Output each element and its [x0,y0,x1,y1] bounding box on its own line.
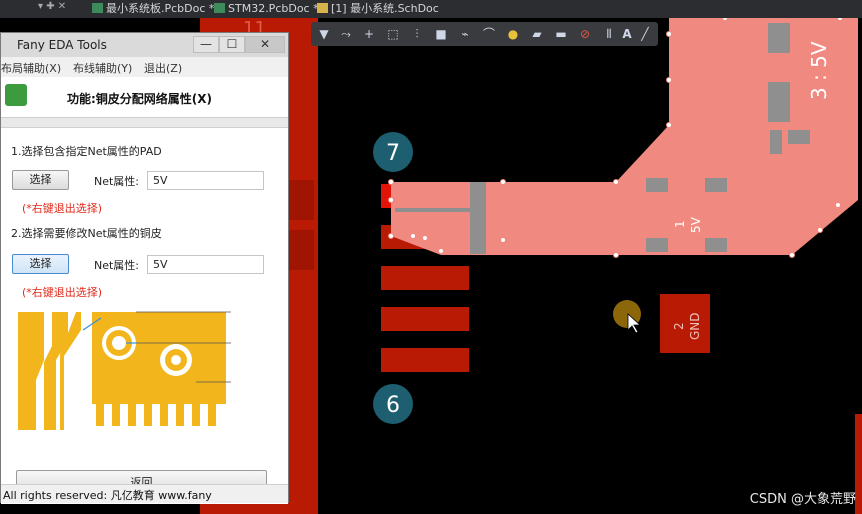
menu-layout-assist[interactable]: 布局辅助(X) [1,60,61,76]
pad-feature [646,238,668,252]
pad-feature [395,208,475,212]
pin-marker-6-label: 6 [386,393,400,418]
tab-stm32-pcbdoc[interactable]: STM32.PcbDoc * [214,1,319,17]
schematic-file-icon [317,3,328,13]
pcb-file-icon [92,3,103,13]
copper-net-label: 3 : 5V [807,41,831,100]
dialog-menu-bar: 布局辅助(X) 布线辅助(Y) 退出(Z) [1,57,288,77]
pin-marker-7-label: 7 [386,141,400,166]
step1-hint: (*右键退出选择) [22,202,103,215]
line-icon[interactable]: ╱ [637,26,653,42]
active-bar-toolbar: ▼ ⤳ + ⬚ ⫶ ■ ⌁ ⌒ ● ▰ ▬ ⊘ ⫴ A ╱ [311,22,658,46]
pad-feature [788,130,810,144]
text-icon[interactable]: A [619,26,635,42]
maximize-button[interactable]: ☐ [219,36,245,53]
interactive-route-icon[interactable]: ⌁ [457,26,473,42]
dialog-title-bar[interactable]: Fany EDA Tools — ☐ ✕ [1,33,288,57]
keepout-icon[interactable]: ⊘ [577,26,593,42]
add-icon[interactable]: + [361,26,377,42]
dialog-status-bar: All rights reserved: 凡亿教育 www.fany [1,484,288,503]
pad-feature [470,182,486,254]
fany-logo-icon [5,84,27,106]
pad1-net: 5V [689,216,703,233]
chip-pin[interactable] [381,307,469,331]
copyright-text: All rights reserved: 凡亿教育 www.fany [3,489,212,502]
close-button[interactable]: ✕ [245,36,285,53]
component-icon[interactable]: ■ [433,26,449,42]
pad1-number: 1 [673,220,687,228]
route-icon[interactable]: ⤳ [338,26,354,42]
pad-feature [770,130,782,154]
function-panel: 1.选择包含指定Net属性的PAD 选择 Net属性: 5V (*右键退出选择)… [1,127,288,504]
chip-pin[interactable] [381,266,469,290]
tab-pcbdoc-main[interactable]: 最小系统板.PcbDoc * [92,1,214,17]
pad-feature [768,82,790,122]
pad-feature [705,178,727,192]
pad-feature [646,178,668,192]
pad2-number: 2 [672,322,686,330]
dimension-icon[interactable]: ⫴ [601,26,617,42]
pad-feature [705,238,727,252]
panel-pin-icons[interactable]: ▾ ✚ ✕ [38,1,66,12]
align-icon[interactable]: ⫶ [409,26,425,42]
step1-net-label: Net属性: [94,175,140,188]
dialog-title: Fany EDA Tools [17,38,107,52]
step2-label: 2.选择需要修改Net属性的铜皮 [11,227,162,240]
fill-icon[interactable]: ▰ [529,26,545,42]
menu-routing-assist[interactable]: 布线辅助(Y) [73,60,132,76]
pcb-file-icon [214,3,225,13]
minimize-button[interactable]: — [193,36,219,53]
component-pad[interactable] [855,414,862,514]
polygon-icon[interactable]: ▬ [553,26,569,42]
function-title: 功能:铜皮分配网络属性(X) [67,92,213,106]
menu-exit[interactable]: 退出(Z) [144,60,182,76]
tab-schdoc[interactable]: [1] 最小系统.SchDoc [317,1,439,17]
copper-pour-5v[interactable] [391,18,858,255]
function-header: 功能:铜皮分配网络属性(X) [1,77,288,118]
diff-pair-icon[interactable]: ⌒ [481,26,497,42]
step1-select-button[interactable]: 选择 [12,170,69,190]
watermark: CSDN @大象荒野 [749,492,856,507]
copper-net-illustration [16,310,231,435]
select-rect-icon[interactable]: ⬚ [385,26,401,42]
pad-feature [768,23,790,53]
via-icon[interactable]: ● [505,26,521,42]
step1-label: 1.选择包含指定Net属性的PAD [11,145,162,158]
fany-eda-tools-dialog: Fany EDA Tools — ☐ ✕ 布局辅助(X) 布线辅助(Y) 退出(… [0,32,289,504]
document-tab-bar: ▾ ✚ ✕ 最小系统板.PcbDoc * STM32.PcbDoc * [1] … [0,0,862,18]
step1-net-field[interactable]: 5V [147,171,264,190]
chip-pin[interactable] [381,348,469,372]
step2-net-field[interactable]: 5V [147,255,264,274]
step2-net-label: Net属性: [94,259,140,272]
step2-hint: (*右键退出选择) [22,286,103,299]
step2-select-button[interactable]: 选择 [12,254,69,274]
filter-icon[interactable]: ▼ [316,26,332,42]
pad2-net: GND [688,312,702,340]
